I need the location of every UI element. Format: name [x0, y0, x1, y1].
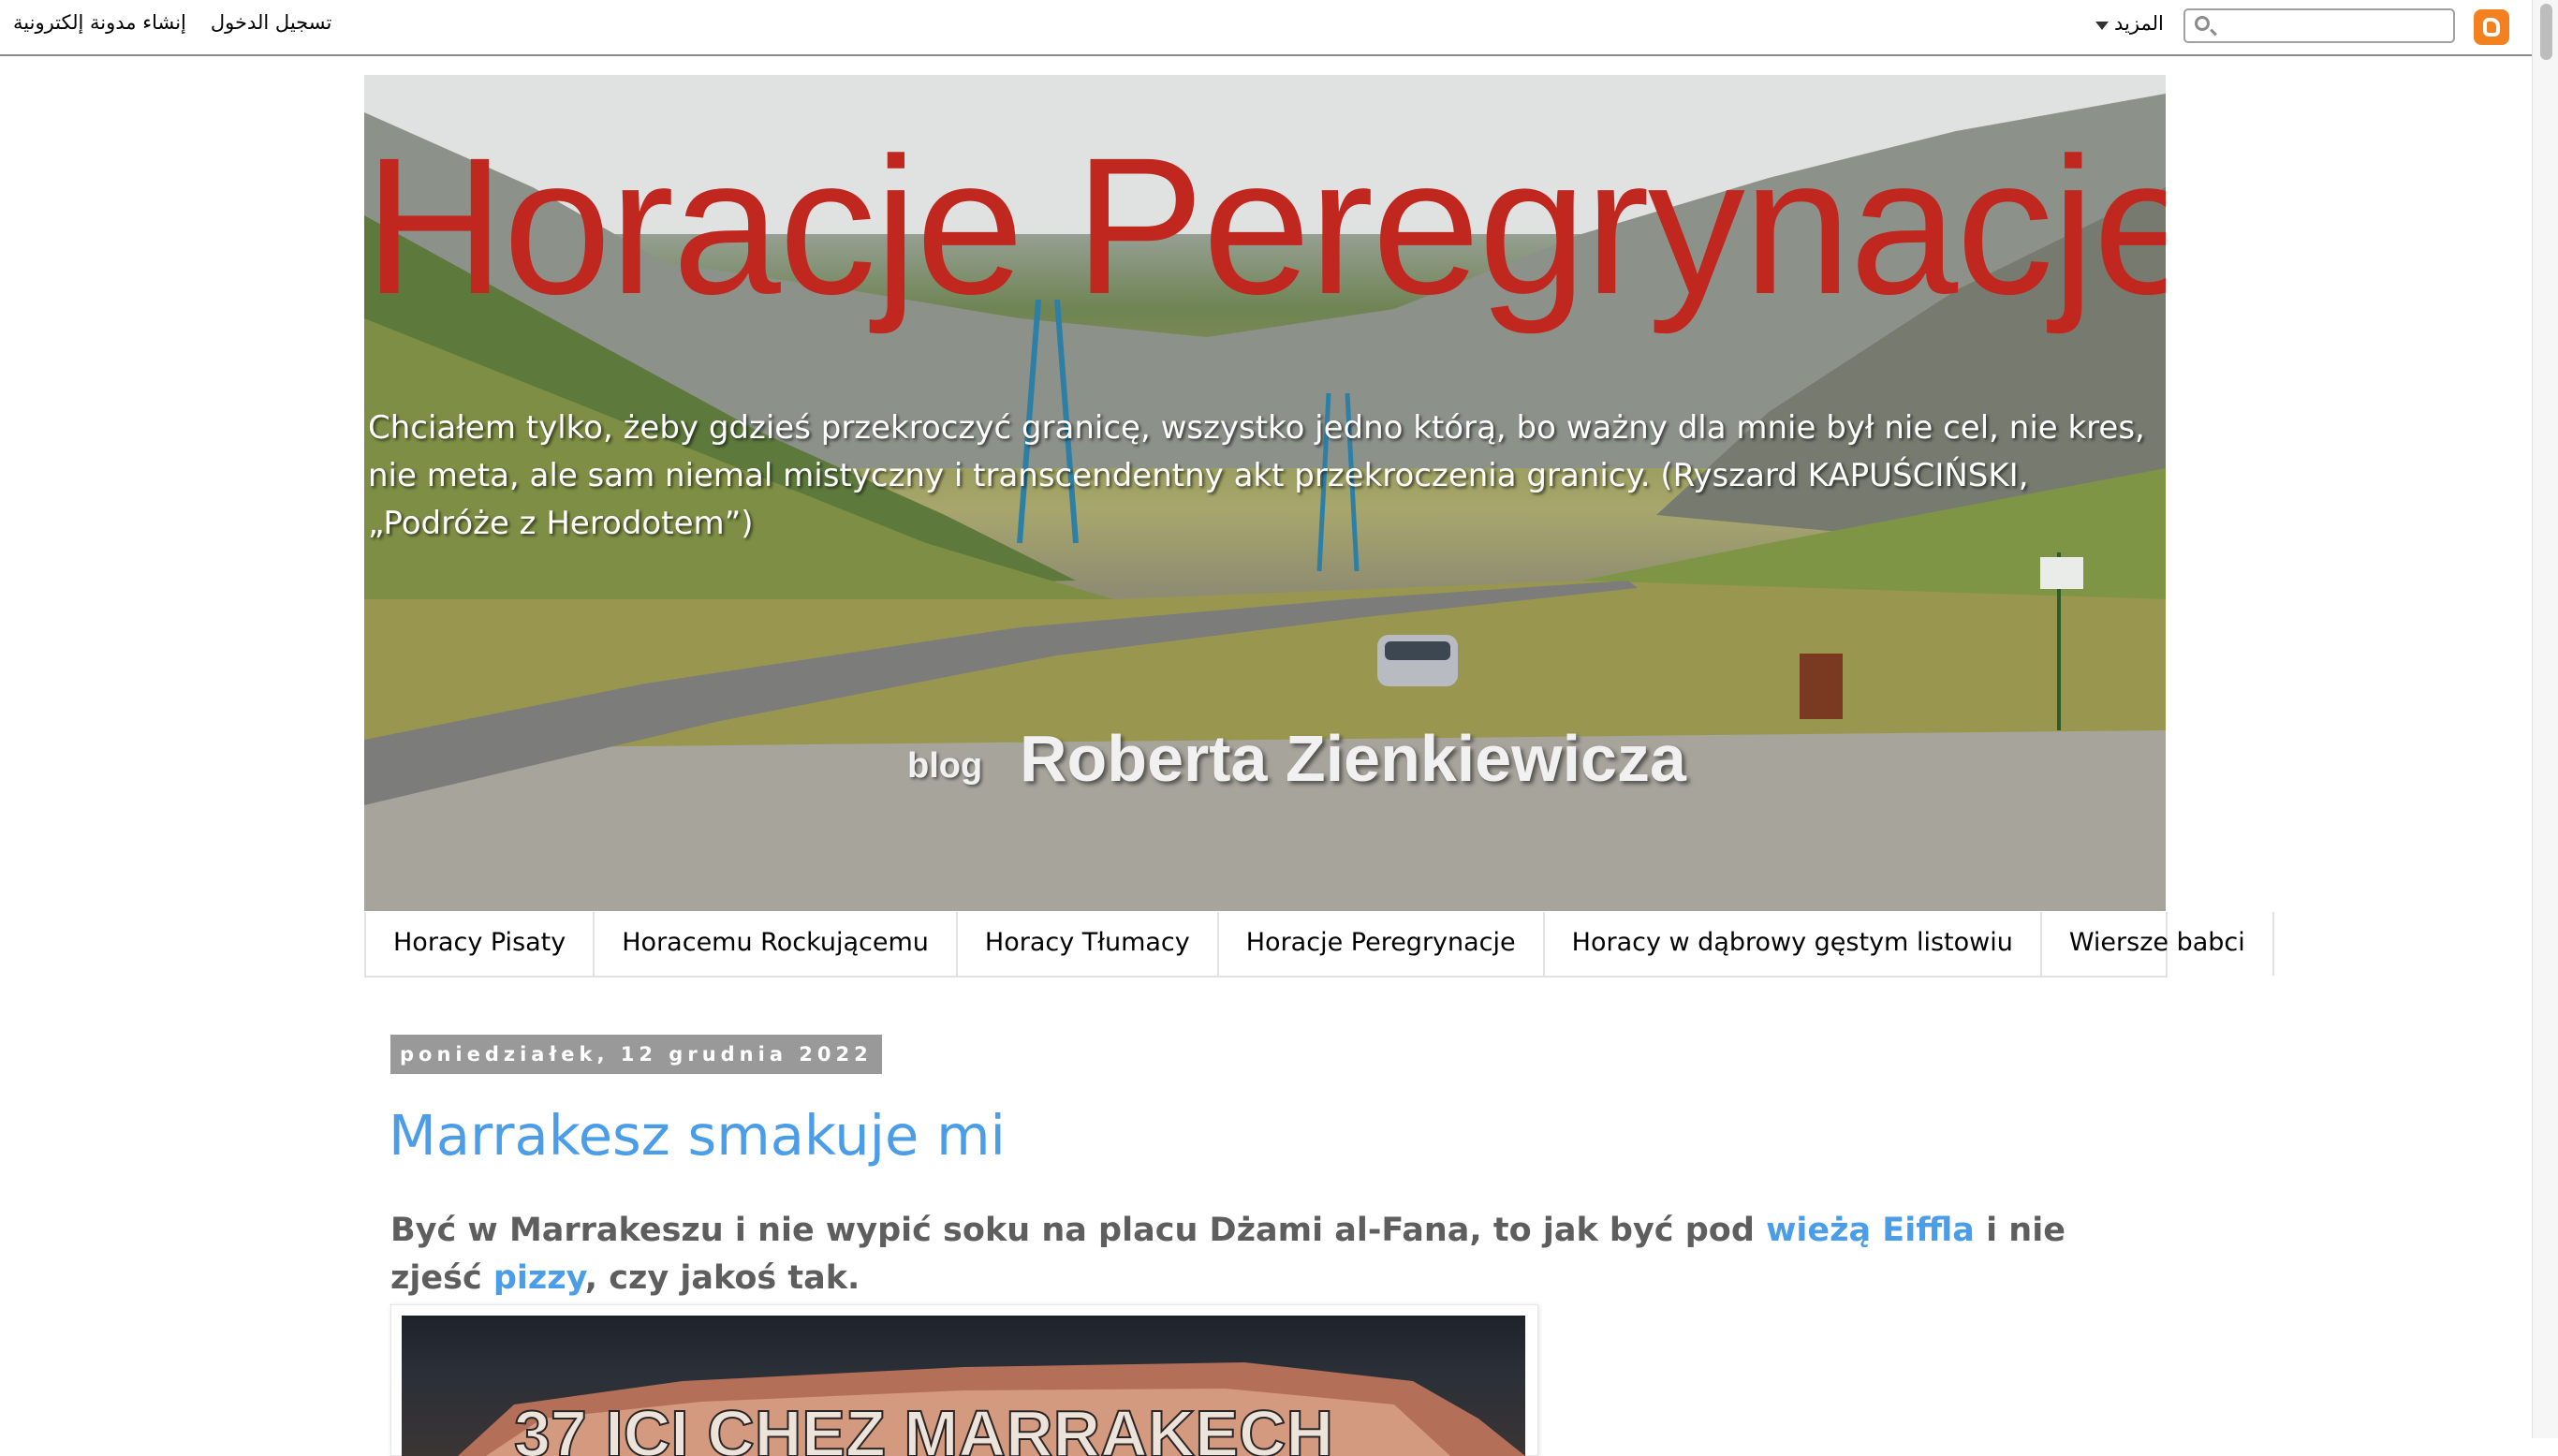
blog-header: Horacje Peregrynacje Chciałem tylko, żeb… [364, 75, 2166, 911]
post-title[interactable]: Marrakesz smakuje mi [389, 1103, 1006, 1168]
page-scrollbar[interactable] [2532, 0, 2558, 1438]
post-image-sign-text: 37 ICI CHEZ MARRAKECH [514, 1397, 1333, 1456]
link-pizzy[interactable]: pizzy [493, 1259, 585, 1297]
more-menu-button[interactable]: المزيد [2114, 12, 2164, 35]
tab-horacje-peregrynacje[interactable]: Horacje Peregrynacje [1219, 912, 1545, 976]
post-image-graphic: 37 ICI CHEZ MARRAKECH [458, 1362, 1525, 1456]
blog-description: Chciałem tylko, żeby gdzieś przekroczyć … [368, 409, 2145, 542]
blogger-navbar: تسجيل الدخول إنشاء مدونة إلكترونية المزي… [0, 0, 2558, 56]
tab-horacemu-rockujacemu[interactable]: Horacemu Rockującemu [595, 912, 958, 976]
tab-horacy-w-dabrowy[interactable]: Horacy w dąbrowy gęstym listowiu [1545, 912, 2042, 976]
post-date: poniedziałek, 12 grudnia 2022 [390, 1035, 882, 1074]
tab-wiersze-babci[interactable]: Wiersze babci [2042, 912, 2274, 976]
blog-title[interactable]: Horacje Peregrynacje [364, 129, 2166, 324]
tab-horacy-pisaty[interactable]: Horacy Pisaty [366, 912, 595, 976]
blogger-logo-icon[interactable] [2474, 9, 2509, 45]
link-wieza-eiffla[interactable]: wieżą Eiffla [1766, 1212, 1975, 1249]
byline-author: Roberta Zienkiewicza [1020, 722, 1686, 795]
post-text-1: Być w Marrakeszu i nie wypić soku na pla… [390, 1212, 1767, 1249]
create-blog-link[interactable]: إنشاء مدونة إلكترونية [13, 11, 186, 34]
search-input[interactable] [2183, 8, 2455, 43]
tab-horacy-tlumacy[interactable]: Horacy Tłumacy [958, 912, 1219, 976]
signin-link[interactable]: تسجيل الدخول [211, 11, 331, 34]
scrollbar-thumb[interactable] [2540, 4, 2552, 60]
post-body: Być w Marrakeszu i nie wypić soku na pla… [390, 1207, 2113, 1302]
navbar-links: تسجيل الدخول إنشاء مدونة إلكترونية [13, 11, 331, 34]
byline-prefix: blog [907, 746, 983, 786]
post-image[interactable]: 37 ICI CHEZ MARRAKECH [402, 1316, 1525, 1456]
pages-tabs: Horacy Pisaty Horacemu Rockującemu Horac… [364, 912, 2274, 978]
chevron-down-icon[interactable] [2095, 22, 2109, 30]
post-image-frame: 37 ICI CHEZ MARRAKECH [390, 1304, 1538, 1456]
post-text-3: , czy jakoś tak. [584, 1259, 860, 1297]
search-icon [2195, 16, 2210, 31]
